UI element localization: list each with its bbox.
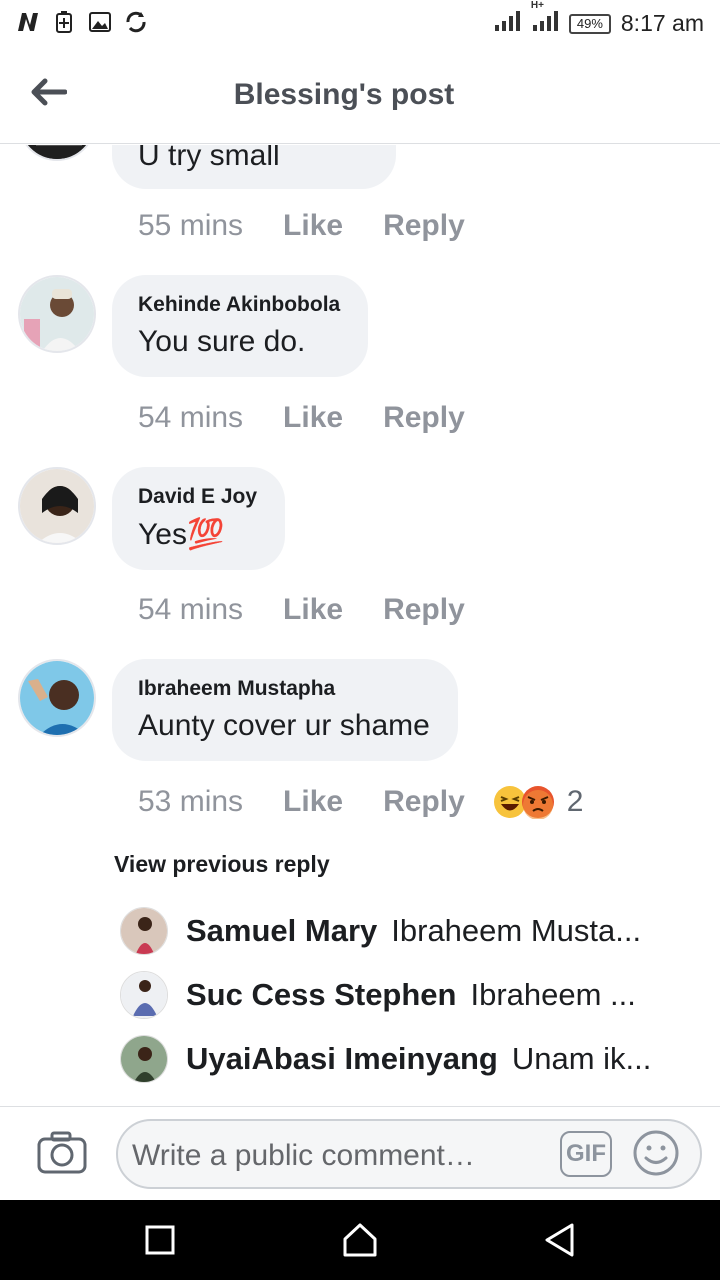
camera-button[interactable] (36, 1131, 88, 1175)
recents-button[interactable] (140, 1220, 180, 1260)
like-button[interactable]: Like (283, 785, 343, 819)
comment-composer: Write a public comment… GIF (0, 1106, 720, 1200)
clock: 8:17 am (620, 10, 704, 36)
battery-saver-icon (52, 10, 76, 34)
reply-author: Samuel Mary (186, 913, 378, 948)
image-icon (88, 10, 112, 34)
reply-text: Ibraheem Musta... (391, 913, 642, 948)
comment-bubble[interactable]: David E Joy Yes💯 (112, 467, 286, 570)
gif-button[interactable]: GIF (560, 1131, 612, 1177)
comment-text: Aunty cover ur shame (138, 709, 430, 742)
comment-text: Yes💯 (138, 518, 225, 551)
avatar (120, 907, 168, 955)
reply-button[interactable]: Reply (383, 593, 465, 627)
comment-author[interactable]: David E Joy (138, 485, 257, 509)
comment-bubble[interactable]: Ibraheem Mustapha Aunty cover ur shame (112, 659, 458, 761)
like-button[interactable]: Like (283, 401, 343, 435)
comment-time: 54 mins (138, 401, 244, 434)
comment-author[interactable]: Kehinde Akinbobola (138, 293, 340, 317)
comment-bubble[interactable]: U try small (112, 145, 396, 189)
avatar[interactable] (18, 275, 96, 353)
reply-text: Unam ik... (511, 1041, 652, 1076)
square-icon (145, 1225, 175, 1255)
reply-button[interactable]: Reply (383, 401, 465, 435)
comment-author[interactable]: Ibraheem Mustapha (138, 677, 430, 701)
comment-meta: 55 mins Like Reply (138, 209, 505, 243)
comment-meta: 53 mins Like Reply 2 (138, 785, 583, 819)
avatar[interactable] (18, 659, 96, 737)
app-header: Blessing's post (0, 48, 720, 144)
comment-meta: 54 mins Like Reply (138, 401, 505, 435)
comment-text: U try small (138, 145, 280, 172)
comment-text: You sure do. (138, 325, 306, 358)
avatar[interactable] (18, 467, 96, 545)
comment-time: 54 mins (138, 593, 244, 626)
reply-author: Suc Cess Stephen (186, 977, 457, 1012)
comment-bubble[interactable]: Kehinde Akinbobola You sure do. (112, 275, 369, 377)
emoji-button[interactable] (632, 1129, 680, 1177)
reaction-count: 2 (566, 785, 584, 818)
reply-text: Ibraheem ... (470, 977, 636, 1012)
page-title: Blessing's post (233, 78, 455, 111)
sync-icon (124, 10, 148, 34)
home-button[interactable] (340, 1220, 380, 1260)
comment-meta: 54 mins Like Reply (138, 593, 505, 627)
comment-time: 55 mins (138, 209, 244, 242)
comment-time: 53 mins (138, 785, 244, 818)
status-bar: H+ 49% 8:17 am (0, 0, 720, 48)
system-nav-bar (0, 1200, 720, 1280)
view-previous-reply-link[interactable]: View previous reply (114, 851, 330, 878)
reaction-summary[interactable]: 2 (493, 785, 584, 819)
reply-preview[interactable]: Suc Cess Stephen Ibraheem ... (120, 971, 680, 1019)
like-button[interactable]: Like (283, 209, 343, 243)
battery-indicator: 49% (568, 13, 611, 34)
camera-icon (37, 1131, 87, 1174)
angry-icon (521, 786, 554, 819)
reply-preview[interactable]: Samuel Mary Ibraheem Musta... (120, 907, 680, 955)
back-nav-button[interactable] (540, 1220, 580, 1260)
home-icon (343, 1223, 377, 1257)
avatar (120, 1035, 168, 1083)
comment-input[interactable]: Write a public comment… GIF (116, 1119, 702, 1189)
n-app-icon (16, 10, 40, 34)
reply-author: UyaiAbasi Imeinyang (186, 1041, 498, 1076)
triangle-back-icon (545, 1223, 574, 1257)
comment-placeholder: Write a public comment… (132, 1139, 475, 1172)
like-button[interactable]: Like (283, 593, 343, 627)
reply-button[interactable]: Reply (383, 785, 465, 819)
smiley-icon (633, 1130, 679, 1176)
avatar[interactable] (18, 145, 96, 161)
signal-icon (493, 10, 521, 37)
reply-preview[interactable]: UyaiAbasi Imeinyang Unam ik... (120, 1035, 680, 1083)
signal-hplus-icon: H+ (531, 0, 559, 37)
avatar (120, 971, 168, 1019)
comment-list: U try small 55 mins Like Reply Kehinde A… (0, 145, 720, 1105)
reply-button[interactable]: Reply (383, 209, 465, 243)
